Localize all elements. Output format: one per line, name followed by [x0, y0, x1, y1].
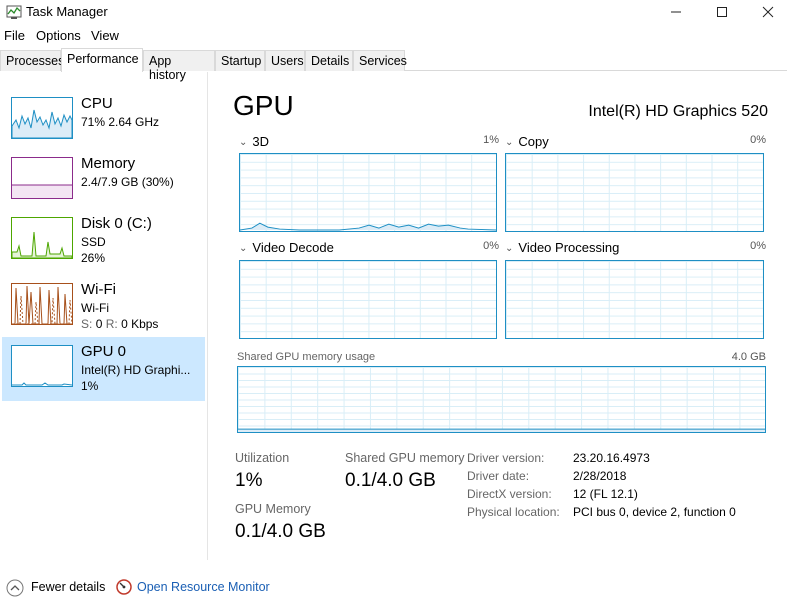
- tab-bar: Processes Performance App history Startu…: [0, 48, 787, 82]
- directx-version-value: 12 (FL 12.1): [573, 487, 638, 501]
- driver-version-label: Driver version:: [467, 451, 545, 465]
- tab-startup[interactable]: Startup: [215, 50, 265, 71]
- sidebar-item-label: GPU 0: [81, 343, 127, 360]
- graph-shared-memory: [237, 366, 766, 433]
- engine-selector-copy[interactable]: ⌄ Copy: [505, 134, 549, 149]
- engine-selector-3d[interactable]: ⌄ 3D: [239, 134, 269, 149]
- shared-memory-value: 0.1/4.0 GB: [345, 470, 436, 491]
- cpu-thumbnail: [11, 97, 73, 139]
- maximize-button[interactable]: [699, 0, 745, 24]
- sidebar-item-memory[interactable]: Memory 2.4/7.9 GB (30%): [2, 149, 205, 213]
- gpu-thumbnail: [11, 345, 73, 387]
- minimize-button[interactable]: [653, 0, 699, 24]
- gpu-memory-value: 0.1/4.0 GB: [235, 521, 326, 542]
- maximize-icon: [717, 7, 727, 17]
- graph-copy: [505, 153, 764, 232]
- utilization-label: Utilization: [235, 451, 290, 465]
- sidebar-item-detail: Intel(R) HD Graphi...: [81, 363, 191, 377]
- menu-file[interactable]: File: [4, 28, 25, 43]
- driver-date-value: 2/28/2018: [573, 469, 627, 483]
- send-label: S:: [81, 317, 93, 331]
- sidebar-item-wifi[interactable]: Wi-Fi Wi-Fi S: 0 R: 0 Kbps: [2, 275, 205, 339]
- receive-label: R:: [105, 317, 118, 331]
- engine-selector-video-decode[interactable]: ⌄ Video Decode: [239, 240, 334, 255]
- memory-thumbnail: [11, 157, 73, 199]
- performance-panel: GPU Intel(R) HD Graphics 520 ⌄ 3D 1% ⌄ Cop…: [210, 72, 787, 560]
- chevron-down-icon: ⌄: [239, 243, 248, 254]
- wifi-throughput: S: 0 R: 0 Kbps: [81, 317, 158, 331]
- engine-selector-video-processing[interactable]: ⌄ Video Processing: [505, 240, 619, 255]
- chevron-down-icon: ⌄: [239, 137, 248, 148]
- graph-3d: [239, 153, 497, 232]
- window-title: Task Manager: [26, 4, 108, 19]
- gpu-memory-label: GPU Memory: [235, 502, 311, 516]
- resource-monitor-icon: [116, 579, 132, 595]
- sidebar-item-label: Memory: [81, 155, 136, 172]
- device-name: Intel(R) HD Graphics 520: [588, 103, 768, 120]
- minimize-icon: [671, 11, 681, 13]
- sidebar-item-cpu[interactable]: CPU 71% 2.64 GHz: [2, 89, 205, 153]
- menu-bar: File Options View: [0, 26, 787, 46]
- engine-percent: 1%: [483, 134, 499, 146]
- sidebar-item-detail: 1%: [81, 379, 99, 393]
- sidebar-item-detail: 26%: [81, 251, 106, 265]
- shared-memory-max: 4.0 GB: [731, 351, 766, 363]
- chevron-down-icon: ⌄: [505, 243, 514, 254]
- engine-percent: 0%: [483, 240, 499, 252]
- menu-view[interactable]: View: [91, 28, 119, 43]
- sidebar: CPU 71% 2.64 GHz Memory 2.4/7.9 GB (30%)…: [0, 72, 208, 560]
- tab-details[interactable]: Details: [305, 50, 353, 71]
- driver-version-value: 23.20.16.4973: [573, 451, 650, 465]
- send-value: 0: [95, 317, 103, 331]
- physical-location-value: PCI bus 0, device 2, function 0: [573, 505, 736, 519]
- tab-users[interactable]: Users: [265, 50, 305, 71]
- sidebar-item-detail: SSD: [81, 235, 106, 249]
- sidebar-item-detail: 71% 2.64 GHz: [81, 115, 160, 129]
- receive-value: 0 Kbps: [121, 317, 159, 331]
- sidebar-item-gpu[interactable]: GPU 0 Intel(R) HD Graphi... 1%: [2, 337, 205, 401]
- close-icon: [762, 6, 774, 18]
- page-title: GPU: [233, 90, 294, 121]
- sidebar-item-label: Wi-Fi: [81, 281, 116, 298]
- utilization-value: 1%: [235, 470, 263, 491]
- tab-app-history[interactable]: App history: [143, 50, 215, 82]
- sidebar-item-disk[interactable]: Disk 0 (C:) SSD 26%: [2, 209, 205, 273]
- tab-performance[interactable]: Performance: [61, 48, 143, 72]
- engine-percent: 0%: [750, 240, 766, 252]
- tab-processes[interactable]: Processes: [0, 50, 64, 71]
- sidebar-item-label: Disk 0 (C:): [81, 215, 152, 232]
- open-resource-monitor-link[interactable]: Open Resource Monitor: [137, 580, 270, 594]
- sidebar-item-detail: 2.4/7.9 GB (30%): [81, 175, 174, 189]
- driver-date-label: Driver date:: [467, 469, 530, 483]
- physical-location-label: Physical location:: [467, 505, 560, 519]
- close-button[interactable]: [745, 0, 787, 24]
- sidebar-item-detail: Wi-Fi: [81, 301, 109, 315]
- sidebar-item-label: CPU: [81, 95, 113, 112]
- footer: Fewer details Open Resource Monitor: [0, 573, 787, 603]
- graph-video-decode: [239, 260, 497, 339]
- graph-video-processing: [505, 260, 764, 339]
- menu-options[interactable]: Options: [36, 28, 81, 43]
- disk-thumbnail: [11, 217, 73, 259]
- shared-memory-label: Shared GPU memory: [345, 451, 465, 465]
- directx-version-label: DirectX version:: [467, 487, 552, 501]
- engine-percent: 0%: [750, 134, 766, 146]
- task-manager-icon: [6, 5, 22, 19]
- shared-memory-graph-label: Shared GPU memory usage: [237, 351, 376, 363]
- chevron-down-icon: ⌄: [505, 137, 514, 148]
- wifi-thumbnail: [11, 283, 73, 325]
- fewer-details-button[interactable]: Fewer details: [31, 580, 105, 594]
- collapse-icon[interactable]: [6, 579, 24, 597]
- tab-services[interactable]: Services: [353, 50, 407, 71]
- title-bar: Task Manager: [0, 0, 787, 24]
